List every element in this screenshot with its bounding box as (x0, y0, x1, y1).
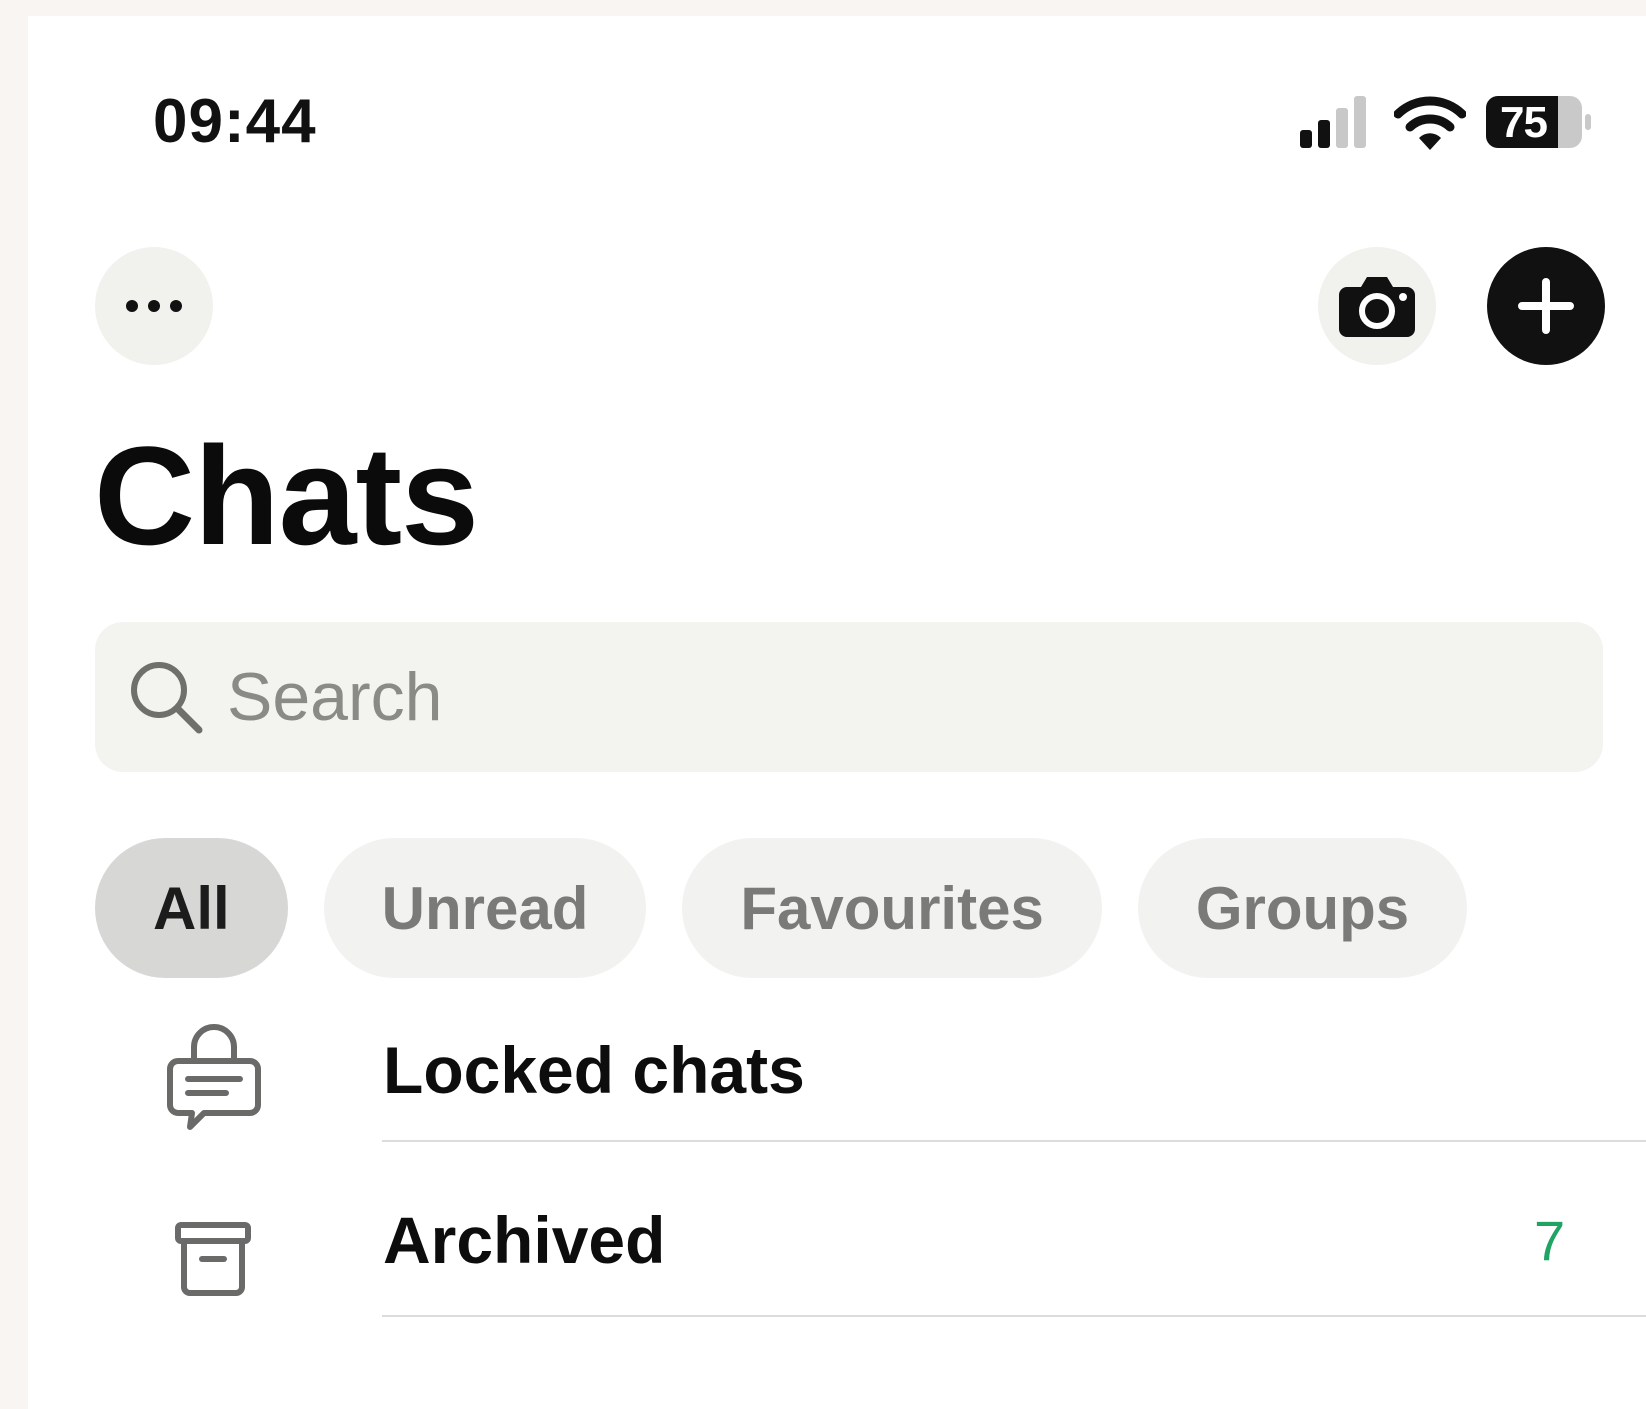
battery-indicator: 75 (1484, 92, 1594, 152)
divider (382, 1315, 1646, 1317)
search-icon (131, 662, 203, 734)
page-title: Chats (94, 417, 479, 574)
filter-chip-unread[interactable]: Unread (323, 838, 647, 978)
more-options-button[interactable] (95, 247, 213, 365)
signal-icon (1300, 96, 1366, 148)
filter-chip-favourites[interactable]: Favourites (682, 838, 1102, 978)
ellipsis-icon (126, 300, 182, 312)
search-input[interactable]: Search (95, 622, 1603, 772)
status-time: 09:44 (153, 87, 317, 156)
locked-chat-icon (167, 1024, 261, 1130)
battery-level: 75 (1500, 98, 1548, 147)
divider (382, 1140, 1646, 1142)
new-chat-button[interactable] (1487, 247, 1605, 365)
camera-button[interactable] (1318, 247, 1436, 365)
phone-screen: 09:44 75 Chats Search All Unread Favouri… (28, 16, 1646, 1409)
archive-icon (175, 1222, 251, 1296)
wifi-icon (1394, 96, 1466, 150)
archived-count: 7 (1534, 1209, 1566, 1272)
filter-chip-all[interactable]: All (95, 838, 288, 978)
list-item-label: Archived (383, 1203, 666, 1277)
plus-icon (1518, 278, 1574, 334)
list-item-label: Locked chats (383, 1033, 805, 1107)
filter-chip-groups[interactable]: Groups (1137, 838, 1468, 978)
filter-chips: All Unread Favourites Groups (95, 838, 1468, 978)
camera-icon (1339, 277, 1415, 337)
search-placeholder: Search (227, 659, 443, 735)
